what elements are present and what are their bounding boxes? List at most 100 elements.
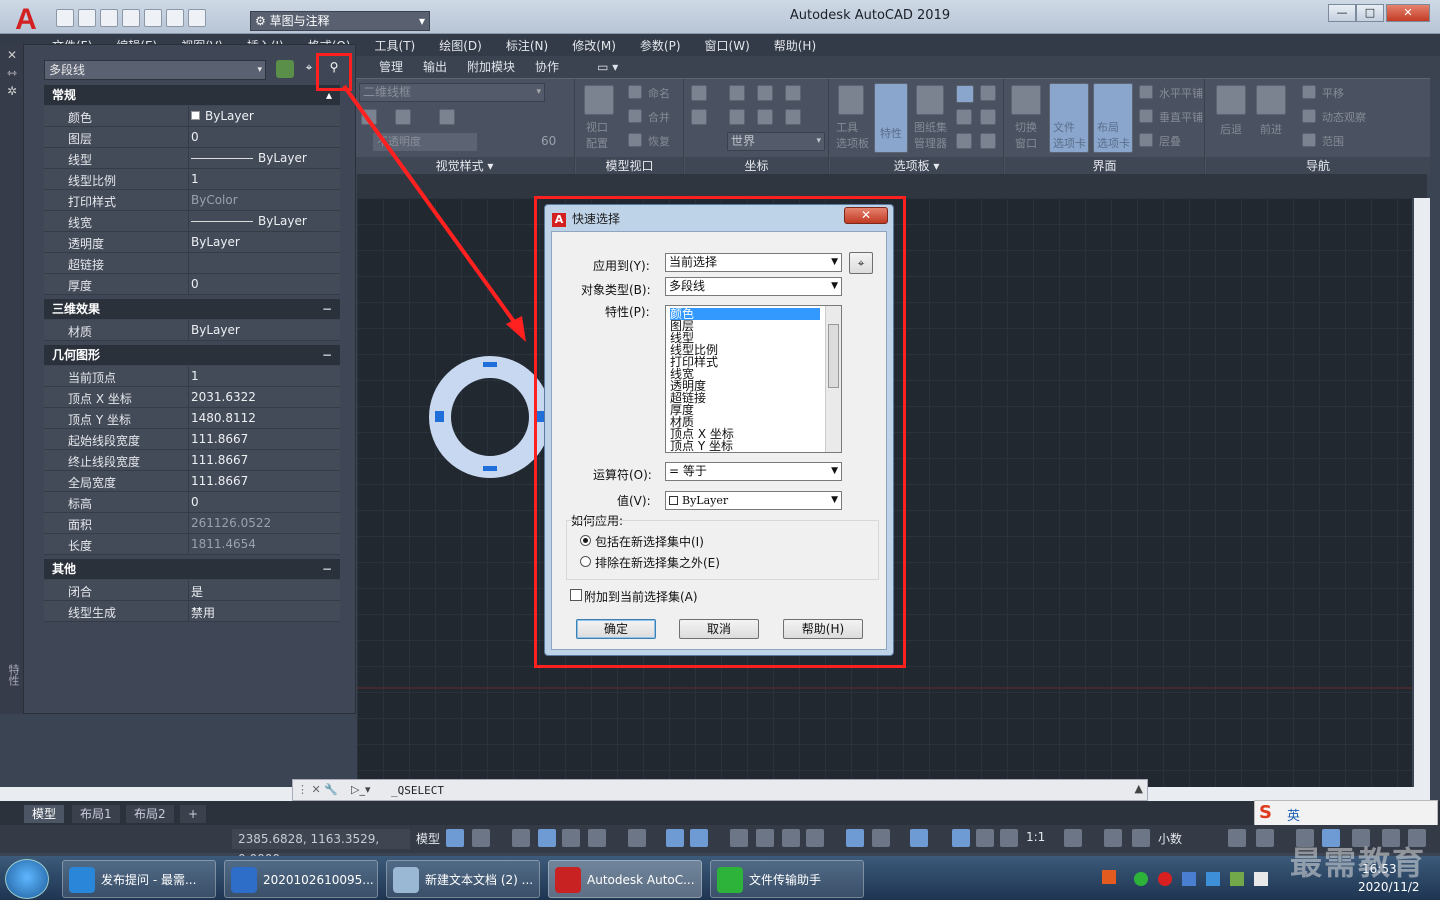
tab-layout2[interactable]: 布局2 [126,805,174,823]
prop-row-vertex-x[interactable]: 顶点 X 坐标 2031.6322 [44,387,340,408]
ucs-origin-icon[interactable] [691,109,707,125]
transparency-icon[interactable] [756,829,774,847]
vertical-scrollbar[interactable] [1414,198,1430,788]
restore-icon[interactable] [628,133,642,147]
cascade-icon[interactable] [1139,133,1153,147]
ucs-icon[interactable] [691,85,707,101]
infer-icon[interactable] [512,829,530,847]
prop-row-global-width[interactable]: 全局宽度 111.8667 [44,471,340,492]
prop-row-layer[interactable]: 图层 0 [44,127,340,148]
ucs-3point-icon[interactable] [729,109,745,125]
save-icon[interactable] [100,9,118,27]
ucs-world-combo[interactable]: 世界 ▾ [727,132,825,151]
network-tray-icon[interactable] [1206,872,1220,886]
start-button[interactable] [5,859,49,899]
collapse-icon[interactable]: − [322,559,332,579]
design-center-icon[interactable] [980,85,996,101]
tab-addins[interactable]: 附加模块 [457,56,525,78]
tab-output[interactable]: 输出 [413,56,457,78]
tab-layout1[interactable]: 布局1 [72,805,120,823]
prop-row-ltscale[interactable]: 线型比例 1 [44,169,340,190]
auto-hide-icon[interactable]: ⇿ [7,66,17,80]
task-notepad[interactable]: 新建文本文档 (2) ... [386,860,540,898]
menu-parametric[interactable]: 参数(P) [628,37,693,54]
quick-properties-icon[interactable] [1228,829,1246,847]
prop-row-current-vertex[interactable]: 当前顶点 1 [44,366,340,387]
otrack-icon[interactable] [666,829,684,847]
toggle-pickadd-icon[interactable] [276,60,294,78]
section-geometry[interactable]: 几何图形 − [44,345,340,365]
menu-help[interactable]: 帮助(H) [762,37,828,54]
annotation-scale-icon[interactable] [1000,829,1018,847]
prop-row-start-width[interactable]: 起始线段宽度 111.8667 [44,429,340,450]
lineweight-icon[interactable] [730,829,748,847]
tab-collaborate[interactable]: 协作 [525,56,569,78]
polyline-ring[interactable] [429,356,551,478]
ucs-z-icon[interactable] [785,85,801,101]
task-ie[interactable]: 发布提问 - 最需... [62,860,216,898]
workspace-dropdown[interactable]: ⚙ 草图与注释 ▾ [250,11,430,31]
command-line[interactable]: ⋮ ✕ 🔧 ▷_▾ _QSELECT ▲ [292,779,1148,801]
menu-draw[interactable]: 绘图(D) [427,37,494,54]
object-type-dropdown[interactable]: 多段线 ▾ [44,60,266,80]
wechat-tray-icon[interactable] [1134,872,1148,886]
collapse-icon[interactable]: − [322,299,332,319]
section-3d-effects[interactable]: 三维效果 − [44,299,340,319]
coordinates-display[interactable]: 2385.6828, 1163.3529, 0.0000 [232,829,410,866]
collapse-icon[interactable]: − [322,345,332,365]
switch-window-icon[interactable] [1011,85,1041,115]
prop-row-transparency[interactable]: 透明度 ByLayer [44,232,340,253]
plot-icon[interactable] [144,9,162,27]
ucs-view-icon[interactable] [757,109,773,125]
menu-window[interactable]: 窗口(W) [693,37,762,54]
tool-palettes-icon[interactable] [838,85,864,115]
ime-toolbar[interactable]: S 英 [1254,800,1438,826]
new-icon[interactable] [56,9,74,27]
polar-icon[interactable] [588,829,606,847]
prop-row-color[interactable]: 颜色 ByLayer [44,106,340,127]
workspace-switch-icon[interactable] [1064,829,1082,847]
join-icon[interactable] [628,109,642,123]
osnap-icon[interactable] [690,829,708,847]
maximize-button[interactable]: □ [1356,4,1384,22]
security-tray-icon[interactable] [1182,872,1196,886]
auto-scale-icon[interactable] [976,829,994,847]
ucs-y-icon[interactable] [757,85,773,101]
3dosnap-icon[interactable] [806,829,824,847]
grip-bottom[interactable] [483,466,497,471]
tile-vertical-icon[interactable] [1139,109,1153,123]
task-word[interactable]: 2020102610095... [224,860,378,898]
blocks-icon[interactable] [980,133,996,149]
gizmo-icon[interactable] [910,829,928,847]
selection-cycling-icon[interactable] [782,829,800,847]
open-icon[interactable] [78,9,96,27]
forward-icon[interactable] [1256,85,1286,115]
menu-dimension[interactable]: 标注(N) [494,37,560,54]
pan-icon[interactable] [1302,85,1316,99]
model-space-button[interactable]: 模型 [416,830,440,847]
markup-icon[interactable] [956,109,972,125]
close-button[interactable]: ✕ [1386,4,1430,22]
properties-icon[interactable] [874,83,908,153]
xref-icon[interactable] [956,133,972,149]
prop-row-end-width[interactable]: 终止线段宽度 111.8667 [44,450,340,471]
prop-row-vertex-y[interactable]: 顶点 Y 坐标 1480.8112 [44,408,340,429]
autocad-logo-icon[interactable]: A [6,4,46,36]
snap-icon[interactable] [472,829,490,847]
sheetset-icon[interactable] [916,85,944,115]
prop-row-closed[interactable]: 闭合是 [44,580,340,601]
nvidia-tray-icon[interactable] [1230,872,1244,886]
ime-mode[interactable]: 英 [1287,805,1300,824]
back-icon[interactable] [1216,85,1246,115]
prop-row-thickness[interactable]: 厚度 0 [44,274,340,295]
save-as-icon[interactable] [122,9,140,27]
ortho-icon[interactable] [562,829,580,847]
prop-row-material[interactable]: 材质 ByLayer [44,320,340,341]
prop-row-plotstyle[interactable]: 打印样式 ByColor [44,190,340,211]
section-general[interactable]: 常规 ▴ [44,85,340,105]
grid-icon[interactable] [446,829,464,847]
lock-ui-icon[interactable] [1256,829,1274,847]
palette-options-icon[interactable]: ✲ [7,84,17,98]
menu-modify[interactable]: 修改(M) [560,37,628,54]
viewport-config-icon[interactable] [584,85,614,115]
